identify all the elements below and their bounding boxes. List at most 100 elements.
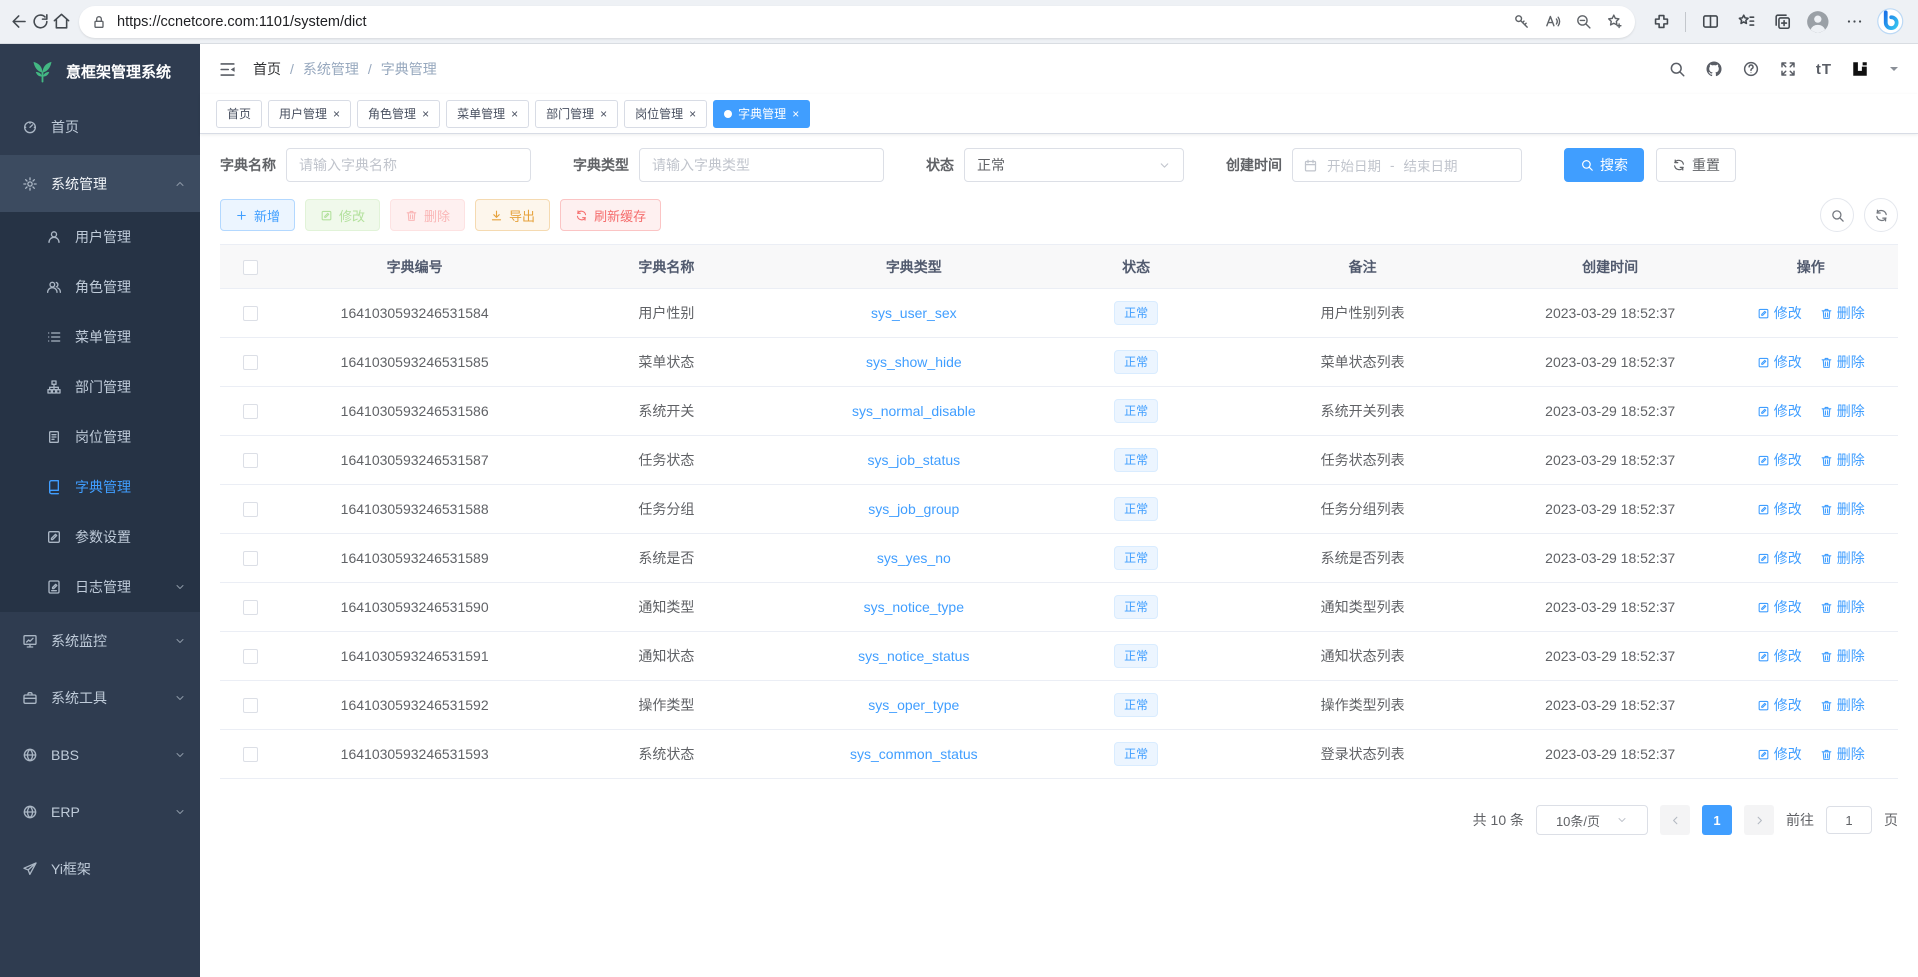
row-edit-button[interactable]: 修改	[1757, 401, 1802, 421]
刷新缓存-button[interactable]: 刷新缓存	[560, 199, 661, 231]
tab-close-icon[interactable]: ×	[333, 108, 340, 120]
tab-close-icon[interactable]: ×	[600, 108, 607, 120]
导出-button[interactable]: 导出	[475, 199, 550, 231]
url-bar[interactable]: https://ccnetcore.com:1101/system/dict	[79, 6, 1635, 38]
dict-type-link[interactable]: sys_user_sex	[871, 305, 957, 321]
新增-button[interactable]: 新增	[220, 199, 295, 231]
tab-close-icon[interactable]: ×	[792, 108, 799, 120]
row-edit-button[interactable]: 修改	[1757, 548, 1802, 568]
url-text[interactable]: https://ccnetcore.com:1101/system/dict	[117, 14, 1513, 30]
tab-close-icon[interactable]: ×	[422, 108, 429, 120]
github-icon[interactable]	[1705, 60, 1723, 78]
sidebar-item-用户管理[interactable]: 用户管理	[0, 212, 200, 262]
sidebar-item-菜单管理[interactable]: 菜单管理	[0, 312, 200, 362]
reset-button[interactable]: 重置	[1656, 148, 1736, 182]
sidebar-collapse-icon[interactable]	[218, 60, 237, 79]
sidebar-item-Yi框架[interactable]: Yi框架	[0, 840, 200, 897]
row-delete-button[interactable]: 删除	[1820, 450, 1865, 470]
search-icon[interactable]	[1668, 60, 1686, 78]
row-edit-button[interactable]: 修改	[1757, 744, 1802, 764]
row-delete-button[interactable]: 删除	[1820, 548, 1865, 568]
caret-down-icon[interactable]	[1888, 63, 1900, 75]
text-size-icon[interactable]: tT	[1816, 61, 1832, 78]
zoom-out-icon[interactable]	[1575, 13, 1592, 30]
dict-type-input[interactable]	[639, 148, 884, 182]
sidebar-item-字典管理[interactable]: 字典管理	[0, 462, 200, 512]
dict-type-link[interactable]: sys_oper_type	[868, 697, 959, 713]
fullscreen-icon[interactable]	[1779, 60, 1797, 78]
row-checkbox[interactable]	[243, 306, 258, 321]
row-delete-button[interactable]: 删除	[1820, 646, 1865, 666]
row-checkbox[interactable]	[243, 600, 258, 615]
sidebar-item-首页[interactable]: 首页	[0, 98, 200, 155]
tab-close-icon[interactable]: ×	[511, 108, 518, 120]
refresh-table-button[interactable]	[1864, 198, 1898, 232]
tab-菜单管理[interactable]: 菜单管理×	[446, 100, 529, 128]
status-select[interactable]: 正常	[964, 148, 1184, 182]
row-edit-button[interactable]: 修改	[1757, 352, 1802, 372]
breadcrumb-item-系统管理[interactable]: 系统管理	[303, 59, 359, 79]
show-search-button[interactable]	[1820, 198, 1854, 232]
sidebar-item-部门管理[interactable]: 部门管理	[0, 362, 200, 412]
tab-部门管理[interactable]: 部门管理×	[535, 100, 618, 128]
tab-用户管理[interactable]: 用户管理×	[268, 100, 351, 128]
sidebar-item-BBS[interactable]: BBS	[0, 726, 200, 783]
row-edit-button[interactable]: 修改	[1757, 303, 1802, 323]
dict-type-link[interactable]: sys_yes_no	[877, 550, 951, 566]
tab-字典管理[interactable]: 字典管理×	[713, 100, 810, 128]
read-aloud-icon[interactable]	[1544, 13, 1561, 30]
prev-page-button[interactable]	[1660, 805, 1690, 835]
date-range-picker[interactable]: 开始日期 - 结束日期	[1292, 148, 1522, 182]
sidebar-item-系统监控[interactable]: 系统监控	[0, 612, 200, 669]
next-page-button[interactable]	[1744, 805, 1774, 835]
tab-角色管理[interactable]: 角色管理×	[357, 100, 440, 128]
row-edit-button[interactable]: 修改	[1757, 646, 1802, 666]
row-checkbox[interactable]	[243, 698, 258, 713]
goto-page-input[interactable]	[1826, 806, 1872, 834]
dict-type-link[interactable]: sys_common_status	[850, 746, 978, 762]
row-edit-button[interactable]: 修改	[1757, 450, 1802, 470]
breadcrumb-item-首页[interactable]: 首页	[253, 59, 281, 79]
row-edit-button[interactable]: 修改	[1757, 499, 1802, 519]
row-delete-button[interactable]: 删除	[1820, 303, 1865, 323]
row-edit-button[interactable]: 修改	[1757, 597, 1802, 617]
search-button[interactable]: 搜索	[1564, 148, 1644, 182]
select-all-checkbox[interactable]	[243, 260, 258, 275]
sidebar-item-日志管理[interactable]: 日志管理	[0, 562, 200, 612]
dict-type-link[interactable]: sys_notice_status	[858, 648, 969, 664]
row-edit-button[interactable]: 修改	[1757, 695, 1802, 715]
row-checkbox[interactable]	[243, 747, 258, 762]
sidebar-item-角色管理[interactable]: 角色管理	[0, 262, 200, 312]
collections-icon[interactable]	[1764, 5, 1800, 39]
sidebar-item-参数设置[interactable]: 参数设置	[0, 512, 200, 562]
dict-type-link[interactable]: sys_job_group	[868, 501, 959, 517]
sidebar-item-系统管理[interactable]: 系统管理	[0, 155, 200, 212]
tab-岗位管理[interactable]: 岗位管理×	[624, 100, 707, 128]
dict-type-link[interactable]: sys_job_status	[868, 452, 961, 468]
row-checkbox[interactable]	[243, 649, 258, 664]
row-checkbox[interactable]	[243, 355, 258, 370]
favorites-icon[interactable]	[1728, 5, 1764, 39]
refresh-icon[interactable]	[31, 12, 50, 31]
favorite-add-icon[interactable]	[1606, 13, 1623, 30]
profile-avatar[interactable]	[1800, 5, 1836, 39]
tab-close-icon[interactable]: ×	[689, 108, 696, 120]
question-icon[interactable]	[1742, 60, 1760, 78]
key-icon[interactable]	[1513, 13, 1530, 30]
sidebar-item-系统工具[interactable]: 系统工具	[0, 669, 200, 726]
sidebar-item-岗位管理[interactable]: 岗位管理	[0, 412, 200, 462]
row-checkbox[interactable]	[243, 453, 258, 468]
dict-type-link[interactable]: sys_normal_disable	[852, 403, 976, 419]
extensions-icon[interactable]	[1643, 5, 1679, 39]
row-checkbox[interactable]	[243, 551, 258, 566]
page-number-1[interactable]: 1	[1702, 805, 1732, 835]
dict-name-input[interactable]	[286, 148, 531, 182]
split-screen-icon[interactable]	[1692, 5, 1728, 39]
more-icon[interactable]	[1836, 5, 1872, 39]
row-delete-button[interactable]: 删除	[1820, 499, 1865, 519]
row-delete-button[interactable]: 删除	[1820, 695, 1865, 715]
row-delete-button[interactable]: 删除	[1820, 352, 1865, 372]
row-delete-button[interactable]: 删除	[1820, 597, 1865, 617]
home-icon[interactable]	[52, 12, 71, 31]
tab-首页[interactable]: 首页	[216, 100, 262, 128]
